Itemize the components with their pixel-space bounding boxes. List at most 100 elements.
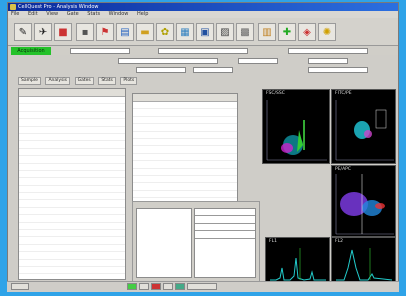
plot-title: FL1 [269,239,277,244]
tab-analysis[interactable]: Analysis [45,77,71,85]
region-select[interactable] [193,67,233,73]
table-row[interactable] [133,109,237,117]
table-row[interactable] [19,178,125,186]
table-row[interactable] [19,200,125,208]
tile-icon[interactable]: ▩ [236,23,254,41]
folder-icon[interactable]: ▬ [136,23,154,41]
run-icon[interactable]: ✚ [278,23,296,41]
sample-field[interactable] [70,48,130,54]
table-row[interactable] [19,193,125,201]
histogram-fl2[interactable]: FL2 [331,237,396,283]
menu-help[interactable]: Help [137,11,148,17]
table-row[interactable] [19,127,125,134]
plot-pe-apc[interactable]: PE/APC [331,165,396,237]
plot-fsc-ssc[interactable]: FSC/SSC [262,89,330,164]
settings-icon[interactable]: ✺ [318,23,336,41]
table-row[interactable] [133,176,237,184]
menu-edit[interactable]: Edit [28,11,38,17]
chart-icon[interactable]: ▤ [116,23,134,41]
record-icon[interactable]: ■ [54,23,72,41]
table-row[interactable] [19,141,125,149]
skip-icon[interactable] [163,283,173,290]
table-row[interactable] [133,161,237,169]
menu-file[interactable]: File [11,11,19,17]
list-item[interactable] [195,209,255,217]
window-title: CellQuest Pro - Analysis Window [18,4,99,10]
print-icon[interactable]: ▨ [216,23,234,41]
plot-title: PE/APC [335,167,352,172]
plot-title: FSC/SSC [266,91,285,96]
record-icon[interactable] [175,283,185,290]
plot-fitc-pe[interactable]: FITC/PE [331,89,396,164]
table-row[interactable] [19,245,125,253]
gate-list[interactable] [136,208,192,278]
tab-plots[interactable]: Plots [120,77,138,85]
file-field[interactable] [158,48,248,54]
region-list[interactable] [194,208,256,278]
table-row[interactable] [133,146,237,154]
histogram-plot [270,248,326,281]
document-icon[interactable]: ▣ [196,23,214,41]
event-field[interactable] [288,48,368,54]
list-item[interactable] [195,224,255,232]
stop-icon[interactable] [151,283,161,290]
table-row[interactable] [19,215,125,223]
table-row[interactable] [19,134,125,142]
table-row[interactable] [133,124,237,132]
table-row[interactable] [19,252,125,260]
histogram-fl1[interactable]: FL1 [265,237,330,283]
mode-select[interactable] [308,67,368,73]
table-row[interactable] [19,164,125,171]
save-icon[interactable]: ✈ [34,23,52,41]
scatter-plot [335,174,394,235]
table-row[interactable] [133,102,237,110]
menu-gate[interactable]: Gate [67,11,79,17]
menu-view[interactable]: View [46,11,58,17]
list-item[interactable] [195,216,255,224]
grid-icon[interactable]: ▦ [176,23,194,41]
table-row[interactable] [19,104,125,112]
table-row[interactable] [133,154,237,162]
table-row[interactable] [19,260,125,267]
table-row[interactable] [133,139,237,147]
play-icon[interactable] [127,283,137,290]
tab-stats[interactable]: Stats [98,77,116,85]
menu-window[interactable]: Window [109,11,129,17]
table-row[interactable] [19,112,125,120]
gear-icon[interactable]: ✿ [156,23,174,41]
table-row[interactable] [19,267,125,275]
stop-icon[interactable]: ▪ [76,23,94,41]
gain-field[interactable] [238,58,278,64]
table-row[interactable] [133,169,237,176]
histogram-icon[interactable]: ▥ [258,23,276,41]
parameter-field[interactable] [118,58,218,64]
progress-cell [187,283,217,290]
table-row[interactable] [133,117,237,125]
tab-gates[interactable]: Gates [74,77,94,85]
scatter-plot [335,100,394,161]
tab-sample[interactable]: Sample [18,77,41,85]
table-row[interactable] [19,156,125,164]
table-row[interactable] [19,186,125,194]
table-row[interactable] [133,183,237,191]
gate-select[interactable] [136,67,186,73]
table-row[interactable] [133,132,237,139]
table-row[interactable] [19,208,125,216]
flag-icon[interactable]: ⚑ [96,23,114,41]
table-row[interactable] [19,274,125,279]
table-row[interactable] [133,191,237,199]
open-icon[interactable]: ✎ [14,23,32,41]
list-item[interactable] [195,231,255,239]
table-row[interactable] [19,119,125,127]
color-icon[interactable]: ◈ [298,23,316,41]
table-row[interactable] [19,230,125,238]
pause-icon[interactable] [139,283,149,290]
table-row[interactable] [19,171,125,179]
table-row[interactable] [19,237,125,245]
menu-stats[interactable]: Stats [87,11,100,17]
threshold-field[interactable] [308,58,348,64]
acquisition-label[interactable]: Acquisition [11,47,51,55]
table-row[interactable] [19,97,125,105]
table-row[interactable] [19,223,125,231]
table-row[interactable] [19,149,125,157]
